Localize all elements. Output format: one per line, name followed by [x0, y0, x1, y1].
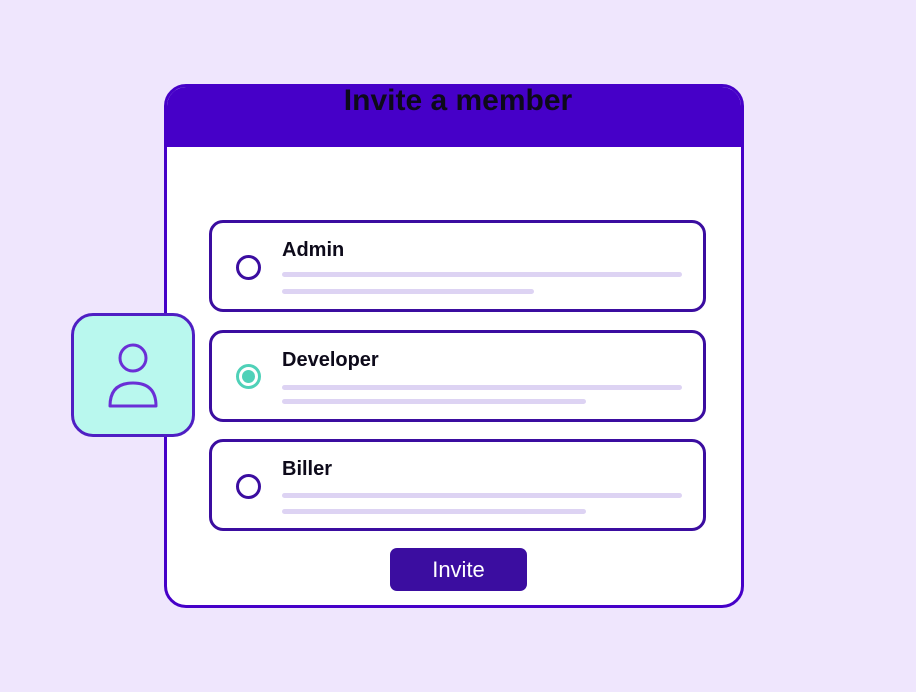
- radio-biller[interactable]: [236, 474, 261, 499]
- description-line: [282, 399, 586, 404]
- role-label-admin: Admin: [282, 239, 345, 261]
- role-label-biller: Biller: [282, 458, 333, 480]
- role-option-developer[interactable]: Developer: [209, 330, 706, 422]
- radio-admin[interactable]: [236, 255, 261, 280]
- radio-developer[interactable]: [236, 364, 261, 389]
- description-line: [282, 272, 682, 277]
- user-icon: [108, 343, 158, 408]
- description-line: [282, 289, 534, 294]
- invite-button[interactable]: Invite: [390, 548, 527, 591]
- role-option-biller[interactable]: Biller: [209, 439, 706, 531]
- role-option-admin[interactable]: Admin: [209, 220, 706, 312]
- role-label-developer: Developer: [282, 349, 379, 371]
- description-line: [282, 493, 682, 498]
- description-line: [282, 385, 682, 390]
- description-line: [282, 509, 586, 514]
- dialog-title: Invite a member: [343, 84, 573, 117]
- avatar: [71, 313, 195, 437]
